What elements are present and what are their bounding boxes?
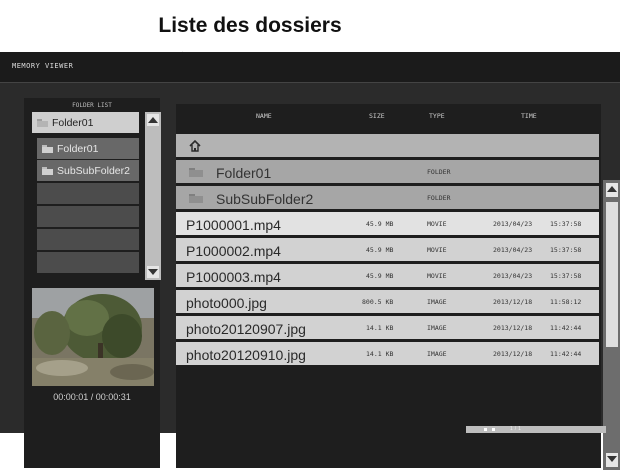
file-row[interactable]: P1000002.mp4 45.9 MB MOVIE 2013/04/23 15… (176, 238, 599, 261)
folder-icon (189, 168, 203, 177)
folder-tree-empty-row (37, 229, 139, 250)
file-time: 15:37:58 (550, 246, 582, 254)
folder-tree-item-folder01[interactable]: Folder01 (37, 138, 139, 159)
file-name: P1000003.mp4 (186, 269, 281, 285)
file-type: MOVIE (427, 246, 447, 254)
file-size: 14.1 KB (366, 324, 394, 332)
file-size: 45.9 MB (366, 272, 394, 280)
file-list-panel: NAME SIZE TYPE TIME Folder01 FOLDER SubS… (176, 104, 620, 470)
preview-thumbnail (32, 288, 154, 386)
title-bar: MEMORY VIEWER (0, 52, 620, 83)
folder-tree: Folder01 Folder01 SubSubFolder2 (32, 112, 161, 280)
file-size: 800.5 KB (362, 298, 394, 306)
file-type: IMAGE (427, 350, 447, 358)
arrow-up-icon (607, 186, 617, 192)
file-row[interactable]: photo000.jpg 800.5 KB IMAGE 2013/12/18 1… (176, 290, 599, 313)
home-icon (189, 139, 201, 152)
file-type: FOLDER (427, 168, 451, 176)
caption-liste-des-dossiers: Liste des dossiers (158, 14, 342, 37)
file-size: 45.9 MB (366, 220, 394, 228)
file-row[interactable]: photo20120910.jpg 14.1 KB IMAGE 2013/12/… (176, 342, 599, 365)
folder-tree-empty-row (37, 183, 139, 204)
file-date: 2013/12/18 (493, 350, 533, 358)
folder-tree-scrollbar[interactable] (145, 112, 161, 280)
scroll-up-button[interactable] (606, 183, 618, 197)
file-type: MOVIE (427, 220, 447, 228)
column-header-size: SIZE (369, 112, 385, 120)
file-time: 11:42:44 (550, 324, 582, 332)
folder-tree-item-subsubfolder2[interactable]: SubSubFolder2 (37, 160, 139, 181)
column-header-time: TIME (521, 112, 537, 120)
folder-tree-item-root[interactable]: Folder01 (32, 112, 139, 133)
folder-tree-empty-row (37, 206, 139, 227)
file-date: 2013/12/18 (493, 324, 533, 332)
file-date: 2013/04/23 (493, 272, 533, 280)
file-time: 11:58:12 (550, 298, 582, 306)
file-name: P1000001.mp4 (186, 217, 281, 233)
file-name: photo20120910.jpg (186, 347, 306, 363)
file-row[interactable]: photo20120907.jpg 14.1 KB IMAGE 2013/12/… (176, 316, 599, 339)
app-title: MEMORY VIEWER (12, 62, 74, 70)
scroll-down-button[interactable] (606, 453, 618, 467)
scroll-thumb[interactable] (606, 202, 618, 347)
file-name: photo20120907.jpg (186, 321, 306, 337)
file-date: 2013/12/18 (493, 298, 533, 306)
folder-icon (37, 118, 48, 127)
folder-icon (42, 144, 53, 153)
folder-tree-empty-row (37, 252, 139, 273)
status-dot (484, 428, 487, 431)
file-row-subsubfolder2[interactable]: SubSubFolder2 FOLDER (176, 186, 599, 209)
arrow-down-icon (148, 269, 158, 275)
folder-icon (189, 194, 203, 203)
memory-viewer-screen: MEMORY VIEWER FOLDER LIST Folder01 Folde… (0, 52, 620, 470)
scroll-up-button[interactable] (147, 114, 159, 126)
scroll-down-button[interactable] (147, 266, 159, 278)
file-type: IMAGE (427, 324, 447, 332)
folder-icon (42, 166, 53, 175)
file-name: SubSubFolder2 (216, 191, 314, 207)
file-row-folder01[interactable]: Folder01 FOLDER (176, 160, 599, 183)
file-row[interactable]: P1000001.mp4 45.9 MB MOVIE 2013/04/23 15… (176, 212, 599, 235)
file-name: P1000002.mp4 (186, 243, 281, 259)
garden-photo (32, 288, 154, 386)
file-time: 15:37:58 (550, 272, 582, 280)
folder-list-label: FOLDER LIST (72, 102, 112, 109)
arrow-up-icon (148, 117, 158, 123)
file-row[interactable]: P1000003.mp4 45.9 MB MOVIE 2013/04/23 15… (176, 264, 599, 287)
file-size: 14.1 KB (366, 350, 394, 358)
file-time: 11:42:44 (550, 350, 582, 358)
status-strip: 1 / 1 (466, 426, 606, 433)
folder-tree-item-label: Folder01 (52, 116, 94, 129)
folder-tree-item-label: Folder01 (57, 142, 99, 155)
folder-tree-item-label: SubSubFolder2 (57, 164, 130, 177)
file-type: MOVIE (427, 272, 447, 280)
file-date: 2013/04/23 (493, 246, 533, 254)
file-type: IMAGE (427, 298, 447, 306)
parent-folder-row[interactable] (176, 134, 599, 157)
column-header-type: TYPE (429, 112, 445, 120)
arrow-down-icon (607, 456, 617, 462)
file-name: Folder01 (216, 165, 272, 181)
folder-list-panel: FOLDER LIST Folder01 Folder01 SubSubFold… (24, 98, 161, 468)
file-name: photo000.jpg (186, 295, 267, 311)
file-size: 45.9 MB (366, 246, 394, 254)
file-date: 2013/04/23 (493, 220, 533, 228)
playback-time: 00:00:01 / 00:00:31 (53, 392, 131, 402)
status-dot (492, 428, 495, 431)
file-time: 15:37:58 (550, 220, 582, 228)
file-type: FOLDER (427, 194, 451, 202)
page-indicator: 1 / 1 (510, 426, 522, 432)
column-header-name: NAME (256, 112, 272, 120)
